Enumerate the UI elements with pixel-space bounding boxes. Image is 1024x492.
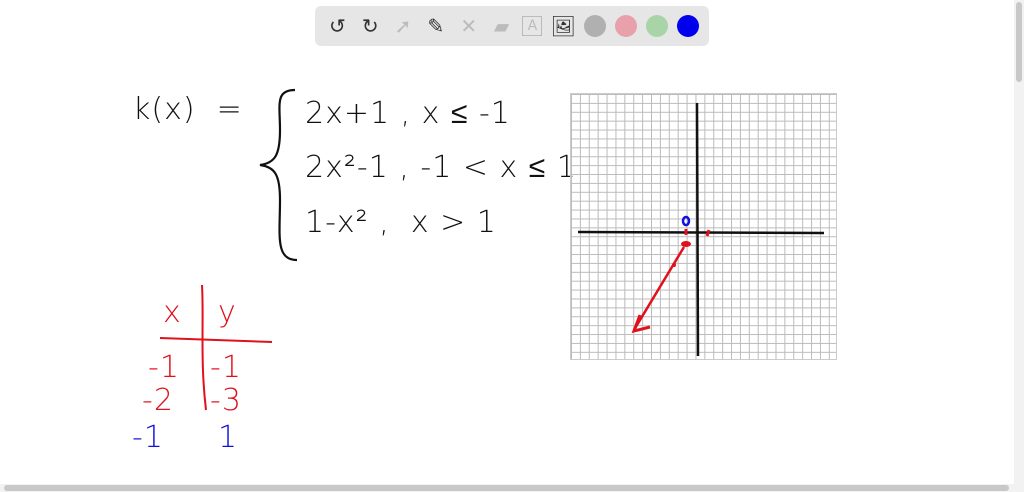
table-row-2-x: -2 <box>142 383 174 418</box>
table-row-3-x: -1 <box>132 420 164 455</box>
table-row-1-x: -1 <box>148 350 180 385</box>
table-row-2-y: -3 <box>210 383 242 418</box>
color-green[interactable] <box>645 15 668 37</box>
horizontal-scroll-thumb[interactable] <box>4 485 1009 491</box>
case-3: 1-x² , x > 1 <box>305 205 497 240</box>
text-icon[interactable]: A <box>522 16 543 36</box>
redo-icon[interactable]: ↻ <box>358 14 382 38</box>
color-pink[interactable] <box>614 15 637 37</box>
select-icon[interactable]: ➚ <box>391 14 415 38</box>
case-2: 2x²-1 , -1 < x ≤ 1 <box>305 150 577 185</box>
blue-point <box>681 215 691 227</box>
color-blue[interactable] <box>676 15 699 37</box>
red-point <box>681 241 691 247</box>
vertical-scroll-thumb[interactable] <box>1016 2 1022 82</box>
table-row-3-y: 1 <box>218 420 239 455</box>
table-row-1-y: -1 <box>210 350 242 385</box>
function-name: k(x) = <box>133 92 243 127</box>
color-gray[interactable] <box>584 15 607 37</box>
eraser-icon[interactable]: ▰ <box>490 14 514 38</box>
undo-icon[interactable]: ↺ <box>325 14 349 38</box>
horizontal-scrollbar[interactable] <box>0 484 1024 492</box>
red-ray <box>632 246 686 331</box>
x-axis <box>577 230 825 235</box>
red-point-mid <box>672 263 676 267</box>
red-tick-right <box>705 229 711 237</box>
case-1: 2x+1 , x ≤ -1 <box>305 96 511 131</box>
pen-icon[interactable]: ✎ <box>424 14 448 38</box>
y-axis <box>695 102 700 357</box>
graph-plot <box>577 102 825 357</box>
vertical-scrollbar[interactable] <box>1014 0 1024 492</box>
curly-brace <box>259 88 298 262</box>
tools-icon[interactable]: ✕ <box>457 14 481 38</box>
image-icon[interactable]: 🖼 <box>551 14 576 38</box>
drawing-toolbar: ↺ ↻ ➚ ✎ ✕ ▰ A 🖼 <box>315 6 709 46</box>
